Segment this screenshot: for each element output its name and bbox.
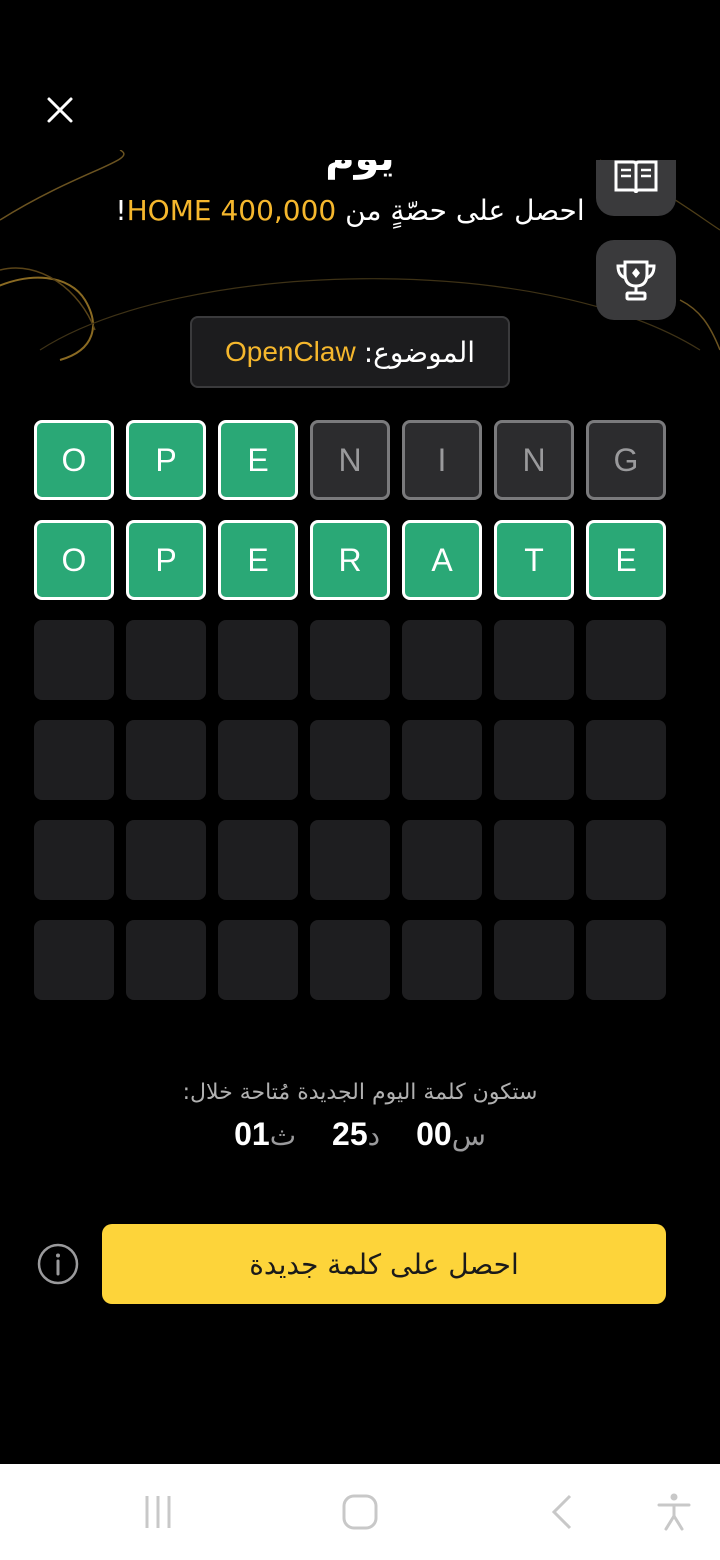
letter-tile <box>310 720 390 800</box>
letter-tile <box>310 820 390 900</box>
letter-tile: R <box>310 520 390 600</box>
home-icon <box>342 1494 378 1530</box>
letter-tile: A <box>402 520 482 600</box>
seconds-value: 01 <box>234 1116 270 1152</box>
letter-tile: N <box>310 420 390 500</box>
letter-tile: N <box>494 420 574 500</box>
hours-value: 00 <box>416 1116 452 1152</box>
letter-tile <box>126 720 206 800</box>
countdown-minutes: 25 د <box>332 1116 380 1153</box>
letter-tile <box>34 720 114 800</box>
minutes-suffix: د <box>367 1119 381 1152</box>
letter-tile <box>402 920 482 1000</box>
hours-suffix: س <box>451 1119 486 1152</box>
letter-tile <box>310 920 390 1000</box>
letter-tile <box>402 820 482 900</box>
prize-text: احصل على حصّةٍ من HOME 400,000! <box>110 194 590 227</box>
rules-button[interactable] <box>596 160 676 216</box>
accessibility-icon <box>657 1493 691 1531</box>
letter-tile: T <box>494 520 574 600</box>
letter-tile <box>34 620 114 700</box>
prize-prefix: احصل على حصّةٍ من <box>336 194 585 227</box>
letter-tile <box>586 820 666 900</box>
letter-tile <box>586 920 666 1000</box>
wordle-screen: يوم احصل على حصّةٍ من HOME 400,000! المو… <box>0 0 720 1464</box>
rules-button-clip <box>596 160 676 220</box>
system-nav-bar <box>0 1464 720 1560</box>
countdown-label: ستكون كلمة اليوم الجديدة مُتاحة خلال: <box>182 1080 538 1105</box>
close-icon <box>47 97 73 123</box>
letter-tile: O <box>34 520 114 600</box>
letter-tile: E <box>586 520 666 600</box>
letter-tile: O <box>34 420 114 500</box>
letter-tile <box>310 620 390 700</box>
letter-tile: E <box>218 520 298 600</box>
letter-tile <box>494 820 574 900</box>
grid-row <box>34 720 666 800</box>
letter-tile <box>402 620 482 700</box>
info-button[interactable] <box>36 1242 80 1286</box>
recents-icon <box>145 1496 171 1528</box>
letter-tile <box>218 720 298 800</box>
letter-tile <box>126 920 206 1000</box>
letter-tile <box>218 820 298 900</box>
close-button[interactable] <box>36 86 84 134</box>
letter-tile <box>494 620 574 700</box>
leaderboard-button[interactable] <box>596 240 676 320</box>
grid-row <box>34 920 666 1000</box>
letter-tile <box>34 920 114 1000</box>
letter-tile: E <box>218 420 298 500</box>
grid-row <box>34 620 666 700</box>
letter-tile <box>402 720 482 800</box>
seconds-suffix: ث <box>269 1119 297 1152</box>
topic-label: الموضوع: <box>363 335 476 369</box>
home-button[interactable] <box>336 1488 384 1536</box>
letter-tile: P <box>126 520 206 600</box>
countdown-timer: 01 ث 25 د 00 س <box>0 1116 720 1153</box>
letter-tile <box>218 620 298 700</box>
topic-value: OpenClaw <box>224 336 356 367</box>
letter-tile <box>126 820 206 900</box>
grid-row: OPERATE <box>34 520 666 600</box>
letter-tile <box>218 920 298 1000</box>
trophy-icon <box>616 260 656 301</box>
get-new-word-button[interactable]: احصل على كلمة جديدة <box>102 1224 666 1304</box>
grid-row <box>34 820 666 900</box>
book-icon <box>614 160 658 194</box>
letter-tile <box>586 720 666 800</box>
letter-tile: G <box>586 420 666 500</box>
letter-tile <box>494 720 574 800</box>
letter-grid: OPENINGOPERATE <box>34 420 666 1020</box>
letter-tile: P <box>126 420 206 500</box>
letter-tile: I <box>402 420 482 500</box>
back-button[interactable] <box>538 1488 586 1536</box>
letter-tile <box>34 820 114 900</box>
info-icon <box>37 1243 79 1285</box>
accessibility-button[interactable] <box>650 1488 698 1536</box>
letter-tile <box>126 620 206 700</box>
letter-tile <box>494 920 574 1000</box>
topic-badge: الموضوع: OpenClaw <box>190 316 510 388</box>
minutes-value: 25 <box>332 1116 368 1152</box>
recents-button[interactable] <box>134 1488 182 1536</box>
back-icon <box>551 1494 572 1530</box>
countdown-hours: 00 س <box>416 1116 486 1153</box>
countdown-seconds: 01 ث <box>234 1116 296 1153</box>
letter-tile <box>586 620 666 700</box>
prize-amount: HOME 400,000 <box>126 194 337 227</box>
grid-row: OPENING <box>34 420 666 500</box>
prize-suffix: ! <box>115 194 127 227</box>
